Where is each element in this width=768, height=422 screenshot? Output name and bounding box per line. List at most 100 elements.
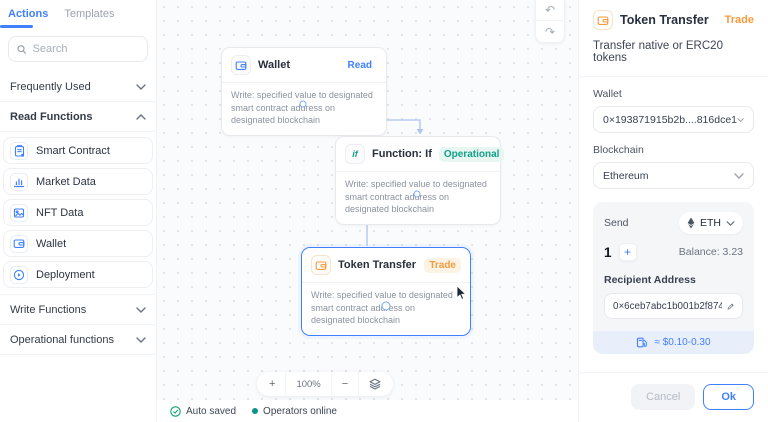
workflow-canvas[interactable]: ↶ ↷ Wallet Read Write: specified value t… bbox=[157, 0, 578, 400]
node-badge-trade: Trade bbox=[424, 258, 461, 273]
section-label: Operational functions bbox=[10, 334, 114, 346]
search-icon bbox=[17, 44, 27, 55]
sidebar-item-label: Smart Contract bbox=[36, 145, 110, 157]
wallet-select[interactable]: 0×193871915b2b....816dce1 bbox=[593, 106, 754, 133]
sidebar-tabs: Actions Templates bbox=[0, 0, 156, 28]
wallet-icon bbox=[231, 55, 251, 75]
node-title: Token Transfer bbox=[338, 259, 417, 271]
panel-header: Token Transfer Trade bbox=[593, 10, 754, 30]
wallet-icon bbox=[10, 235, 28, 253]
cancel-button[interactable]: Cancel bbox=[631, 384, 695, 410]
sidebar-item-wallet[interactable]: Wallet bbox=[3, 230, 153, 257]
sidebar-section-frequently-used[interactable]: Frequently Used bbox=[0, 72, 156, 102]
zoom-toolbar: + 100% − bbox=[257, 372, 393, 396]
chevron-down-icon bbox=[734, 173, 744, 179]
section-label: Write Functions bbox=[10, 304, 86, 316]
gas-fee-value: ≈ $0.10-0.30 bbox=[654, 337, 710, 348]
node-badge-read: Read bbox=[343, 58, 377, 73]
recipient-field-label: Recipient Address bbox=[604, 274, 743, 286]
gas-fee-bar: ≈ $0.10-0.30 bbox=[593, 331, 754, 354]
contract-icon bbox=[10, 142, 28, 160]
blockchain-field-label: Blockchain bbox=[593, 144, 754, 156]
increase-amount-button[interactable]: + bbox=[619, 243, 637, 261]
sidebar-item-deployment[interactable]: Deployment bbox=[3, 261, 153, 288]
section-label: Frequently Used bbox=[10, 81, 91, 93]
panel-actions: Cancel Ok bbox=[593, 373, 754, 410]
sidebar-item-nft-data[interactable]: NFT Data bbox=[3, 199, 153, 226]
node-title: Function: If bbox=[372, 148, 432, 160]
blockchain-select[interactable]: Ethereum bbox=[593, 162, 754, 189]
amount-row: 1 + Balance: 3.23 bbox=[604, 243, 743, 261]
workflow-canvas-column: ↶ ↷ Wallet Read Write: specified value t… bbox=[157, 0, 578, 422]
sidebar-item-market-data[interactable]: Market Data bbox=[3, 168, 153, 195]
panel-title: Token Transfer bbox=[620, 13, 718, 27]
node-output-port[interactable] bbox=[414, 191, 421, 198]
redo-icon: ↷ bbox=[545, 25, 555, 39]
sidebar-item-label: Deployment bbox=[36, 269, 95, 281]
status-bar: Auto saved Operators online bbox=[157, 400, 578, 422]
search-input[interactable] bbox=[33, 43, 139, 55]
node-header: Wallet Read bbox=[222, 48, 386, 83]
send-row: Send ETH bbox=[604, 212, 743, 234]
zoom-in-button[interactable]: + bbox=[259, 372, 285, 396]
wallet-field-label: Wallet bbox=[593, 88, 754, 100]
wallet-select-value: 0×193871915b2b....816dce1 bbox=[603, 114, 737, 126]
chevron-down-icon bbox=[136, 337, 146, 343]
amount-value[interactable]: 1 bbox=[604, 245, 612, 260]
play-icon bbox=[10, 266, 28, 284]
panel-footer: Cancel Ok bbox=[593, 360, 754, 410]
node-header: if Function: If Operational bbox=[336, 137, 500, 172]
ok-button[interactable]: Ok bbox=[703, 384, 754, 410]
sidebar-section-write-functions[interactable]: Write Functions bbox=[0, 295, 156, 325]
autosave-status: Auto saved bbox=[170, 406, 236, 417]
search-box[interactable] bbox=[8, 36, 148, 62]
operators-label: Operators online bbox=[263, 406, 337, 417]
ethereum-icon bbox=[687, 217, 695, 229]
zoom-out-button[interactable]: − bbox=[331, 372, 358, 396]
node-token-transfer[interactable]: Token Transfer Trade Write: specified va… bbox=[301, 247, 471, 336]
history-controls: ↶ ↷ bbox=[535, 0, 565, 43]
token-transfer-panel: Token Transfer Trade Transfer native or … bbox=[578, 0, 768, 422]
node-function-if[interactable]: if Function: If Operational Write: speci… bbox=[335, 136, 501, 225]
undo-icon: ↶ bbox=[545, 3, 555, 17]
layers-button[interactable] bbox=[358, 372, 391, 396]
sidebar-item-smart-contract[interactable]: Smart Contract bbox=[3, 137, 153, 164]
panel-badge-trade: Trade bbox=[725, 14, 754, 26]
mouse-cursor bbox=[456, 286, 467, 301]
undo-button[interactable]: ↶ bbox=[536, 0, 564, 21]
gas-fee-icon bbox=[636, 337, 648, 348]
node-description: Write: specified value to designated sma… bbox=[336, 172, 500, 224]
chevron-up-icon bbox=[136, 114, 146, 120]
chevron-down-icon bbox=[726, 221, 735, 226]
recipient-address-input[interactable]: 0×6ceb7abc1b001b2f874185ac493... bbox=[604, 293, 743, 319]
node-output-port[interactable] bbox=[382, 302, 391, 311]
node-header: Token Transfer Trade bbox=[302, 248, 470, 283]
node-title: Wallet bbox=[258, 59, 336, 71]
currency-label: ETH bbox=[700, 217, 721, 229]
wallet-transfer-icon bbox=[311, 255, 331, 275]
nft-icon bbox=[10, 204, 28, 222]
app-window: Actions Templates Frequently Used Read F… bbox=[0, 0, 768, 422]
send-label: Send bbox=[604, 217, 629, 229]
zoom-level: 100% bbox=[285, 372, 330, 396]
online-dot-icon bbox=[252, 408, 258, 414]
chevron-down-icon bbox=[136, 84, 146, 90]
edit-pencil-icon[interactable] bbox=[727, 301, 734, 312]
blockchain-select-value: Ethereum bbox=[603, 170, 649, 182]
wallet-transfer-icon bbox=[593, 10, 613, 30]
sidebar-item-label: Market Data bbox=[36, 176, 96, 188]
divider bbox=[579, 76, 768, 77]
read-functions-list: Smart Contract Market Data NFT Data Wall… bbox=[0, 132, 156, 295]
sidebar-section-operational-functions[interactable]: Operational functions bbox=[0, 325, 156, 355]
actions-sidebar: Actions Templates Frequently Used Read F… bbox=[0, 0, 157, 422]
tab-templates[interactable]: Templates bbox=[64, 8, 114, 28]
sidebar-item-label: Wallet bbox=[36, 238, 66, 250]
node-badge-operational: Operational bbox=[439, 147, 505, 162]
sidebar-section-read-functions[interactable]: Read Functions bbox=[0, 102, 156, 132]
node-output-port[interactable] bbox=[300, 101, 307, 108]
currency-select[interactable]: ETH bbox=[679, 212, 743, 234]
send-card-body: Send ETH 1 + Balance: 3.23 Recipient Add… bbox=[593, 202, 754, 331]
node-wallet[interactable]: Wallet Read Write: specified value to de… bbox=[221, 47, 387, 136]
chevron-down-icon bbox=[136, 307, 146, 313]
redo-button[interactable]: ↷ bbox=[536, 21, 564, 42]
